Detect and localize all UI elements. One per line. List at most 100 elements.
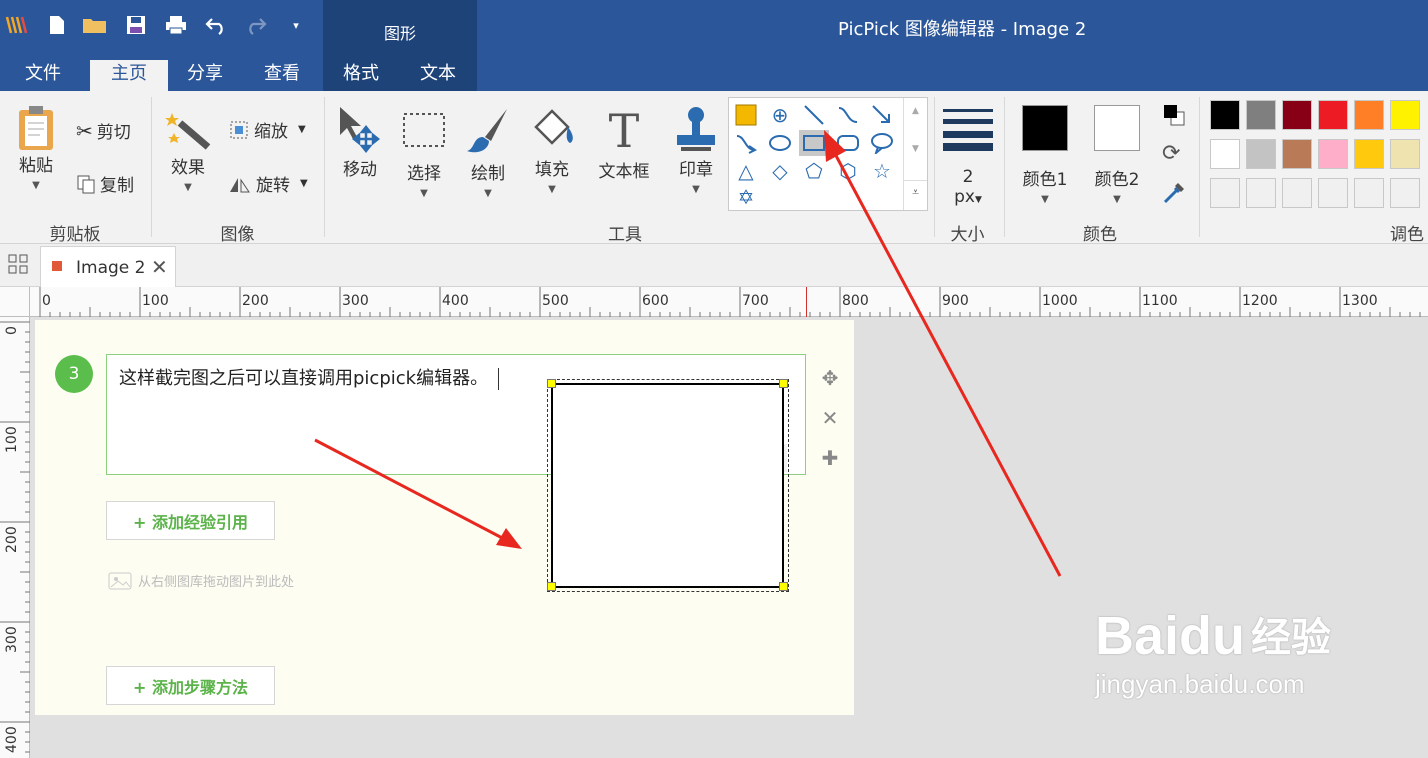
step-text: 这样截完图之后可以直接调用picpick编辑器。 [119, 364, 500, 390]
palette-swatch[interactable] [1390, 139, 1420, 169]
palette-swatch[interactable] [1282, 139, 1312, 169]
redo-icon[interactable] [243, 12, 269, 38]
tab-format[interactable]: 格式 [328, 60, 394, 91]
textbox-button[interactable]: T 文本框 [590, 105, 658, 182]
save-icon[interactable] [123, 12, 149, 38]
palette-swatch[interactable] [1318, 100, 1348, 130]
image-placeholder-icon [108, 572, 132, 589]
effects-button[interactable]: 效果 ▼ [162, 109, 214, 193]
pentagon-shape-icon[interactable]: ⬠ [799, 158, 829, 184]
tab-file[interactable]: 文件 [10, 60, 76, 91]
palette-swatch[interactable] [1318, 178, 1348, 208]
palette-swatch[interactable] [1210, 100, 1240, 130]
triangle-shape-icon[interactable]: △ [731, 158, 761, 184]
speech-bubble-shape-icon[interactable] [867, 130, 897, 156]
resize-button[interactable]: 缩放 ▼ [228, 117, 306, 142]
tab-share[interactable]: 分享 [172, 60, 238, 91]
line-size-button[interactable]: 2 px▼ [942, 109, 994, 207]
rectangle-shape-icon[interactable] [799, 130, 829, 156]
print-icon[interactable] [163, 12, 189, 38]
color2-button[interactable]: 颜色2 ▼ [1086, 105, 1148, 205]
shape-gallery: ⊕ △ ◇ ⬠ ⬡ ☆ ✡ ▲ ▼ ⩡ [728, 97, 928, 211]
undo-icon[interactable] [203, 12, 229, 38]
palette-swatch[interactable] [1210, 178, 1240, 208]
rotate-icon [230, 177, 250, 192]
line-weight-icon [943, 109, 993, 151]
palette-swatch[interactable] [1246, 100, 1276, 130]
star-shape-icon[interactable]: ☆ [867, 158, 897, 184]
resize-handle-bottom-left[interactable] [547, 582, 556, 591]
ruler-label: 300 [4, 626, 20, 653]
palette-swatch[interactable] [1354, 100, 1384, 130]
title-bar: ▾ 图形 PicPick 图像编辑器 - Image 2 文件 主页 分享 查看… [0, 0, 1428, 91]
tab-view[interactable]: 查看 [249, 60, 315, 91]
ruler-label: 400 [4, 726, 20, 753]
palette-swatch[interactable] [1282, 178, 1312, 208]
divider [1199, 97, 1200, 237]
chevron-down-icon: ▼ [692, 184, 700, 195]
ruler-label: 1300 [1342, 293, 1378, 309]
open-folder-icon[interactable] [82, 12, 108, 38]
cursor-plus-shape-icon[interactable]: ⊕ [765, 102, 795, 128]
line-shape-icon[interactable] [799, 102, 829, 128]
palette-swatch[interactable] [1210, 139, 1240, 169]
resize-handle-top-left[interactable] [547, 379, 556, 388]
curved-arrow-shape-icon[interactable] [731, 130, 761, 156]
close-tab-icon[interactable]: ✕ [151, 255, 168, 279]
scroll-down-icon[interactable]: ▼ [904, 144, 927, 154]
fill-button[interactable]: 填充 ▼ [526, 105, 578, 195]
clipboard-group-label: 剪贴板 [49, 225, 101, 245]
chevron-down-icon: ▼ [1041, 194, 1049, 205]
scroll-up-icon[interactable]: ▲ [904, 106, 927, 116]
resize-handle-top-right[interactable] [779, 379, 788, 388]
select-label: 选择 [407, 164, 441, 184]
document-tab-bar: Image 2 ✕ [0, 244, 1428, 287]
tab-home[interactable]: 主页 [90, 60, 168, 91]
eyedropper-icon[interactable] [1162, 179, 1186, 209]
color2-label: 颜色2 [1094, 170, 1140, 190]
palette-swatch[interactable] [1318, 139, 1348, 169]
star-of-david-shape-icon[interactable]: ✡ [731, 184, 761, 210]
palette-swatch[interactable] [1354, 139, 1384, 169]
draw-button[interactable]: 绘制 ▼ [462, 107, 514, 199]
palette-swatch[interactable] [1246, 178, 1276, 208]
palette-swatch[interactable] [1246, 139, 1276, 169]
arrow-shape-icon[interactable] [867, 102, 897, 128]
customize-toolbar-icon[interactable]: ▾ [283, 12, 309, 38]
fill-label: 填充 [535, 160, 569, 180]
diamond-shape-icon[interactable]: ◇ [765, 158, 795, 184]
color1-button[interactable]: 颜色1 ▼ [1014, 105, 1076, 205]
expand-gallery-icon[interactable]: ⩡ [904, 180, 927, 200]
new-file-icon[interactable] [44, 12, 70, 38]
rotate-button[interactable]: 旋转 ▼ [228, 171, 308, 196]
highlight-shape-icon[interactable] [731, 102, 761, 128]
grid-view-icon[interactable] [8, 254, 28, 278]
window-title: PicPick 图像编辑器 - Image 2 [838, 19, 1087, 40]
chevron-down-icon: ▼ [32, 180, 40, 191]
ellipse-shape-icon[interactable] [765, 130, 795, 156]
resize-handle-bottom-right[interactable] [779, 582, 788, 591]
color1-swatch [1022, 105, 1068, 151]
copy-icon [77, 175, 95, 193]
palette-swatch[interactable] [1390, 178, 1420, 208]
palette-swatch[interactable] [1282, 100, 1312, 130]
paint-bucket-icon [534, 109, 573, 145]
ruler-label: 200 [242, 293, 269, 309]
swap-colors-icon[interactable]: ⟳ [1162, 141, 1180, 166]
rounded-rect-shape-icon[interactable] [833, 130, 863, 156]
add-step-button: + 添加步骤方法 [106, 666, 275, 705]
default-colors-icon[interactable] [1162, 103, 1186, 131]
gallery-scrollbar[interactable]: ▲ ▼ ⩡ [903, 98, 927, 210]
document-tab[interactable]: Image 2 ✕ [40, 246, 176, 287]
select-button[interactable]: 选择 ▼ [398, 111, 450, 199]
stamp-button[interactable]: 印章 ▼ [670, 105, 722, 195]
hexagon-shape-icon[interactable]: ⬡ [833, 158, 863, 184]
move-button[interactable]: 移动 [334, 105, 386, 180]
curve-shape-icon[interactable] [833, 102, 863, 128]
paste-button[interactable]: 粘贴 ▼ [10, 105, 62, 191]
palette-swatch[interactable] [1354, 178, 1384, 208]
tab-text[interactable]: 文本 [405, 60, 471, 91]
cut-button[interactable]: ✂ 剪切 [76, 118, 131, 144]
copy-button[interactable]: 复制 [76, 171, 134, 196]
palette-swatch[interactable] [1390, 100, 1420, 130]
